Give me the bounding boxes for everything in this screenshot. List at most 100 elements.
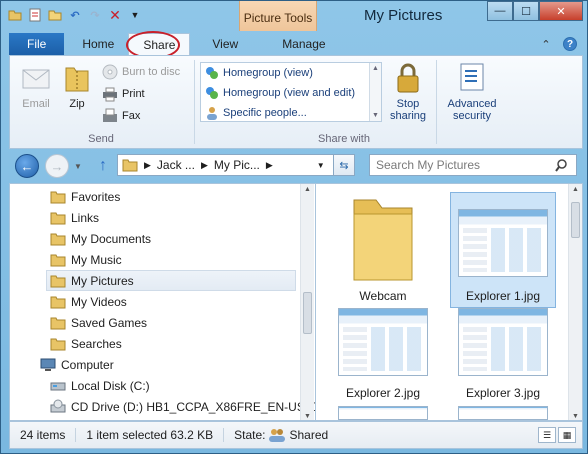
folder-icon <box>50 336 66 352</box>
picture-tools-context-label: Picture Tools <box>239 1 317 31</box>
quick-access-toolbar: ↶ ↷ ✕ ▼ <box>7 7 143 23</box>
details-view-icon[interactable]: ☰ <box>538 427 556 443</box>
nav-item-label: Favorites <box>71 189 121 204</box>
disc-icon <box>102 64 118 80</box>
help-icon[interactable]: ? <box>563 37 577 51</box>
properties-icon[interactable] <box>27 7 43 23</box>
nav-pane-scrollbar[interactable]: ▲ ▼ <box>300 184 314 420</box>
file-tile-partial[interactable] <box>330 406 436 420</box>
nav-item-links[interactable]: Links <box>50 207 99 228</box>
folder-icon <box>50 252 66 268</box>
fax-button[interactable]: Fax <box>102 106 140 126</box>
advanced-security-button[interactable]: Advanced security <box>444 62 500 122</box>
people-icon <box>207 107 217 120</box>
gallery-down-icon[interactable]: ▼ <box>372 112 379 119</box>
file-tile-selected[interactable]: Explorer 1.jpg <box>450 192 556 308</box>
nav-item-label: My Videos <box>71 294 127 309</box>
scrollbar-thumb[interactable] <box>303 292 312 334</box>
pictures-folder-icon <box>122 159 138 172</box>
file-tile-partial[interactable] <box>450 406 556 420</box>
breadcrumb-separator-icon[interactable]: ▶ <box>266 160 273 171</box>
breadcrumb-my-pictures[interactable]: My Pic... <box>214 158 260 172</box>
file-view-scrollbar[interactable]: ▲ ▼ <box>568 184 582 420</box>
back-button[interactable]: ← <box>15 154 39 178</box>
minimize-button[interactable]: — <box>487 1 513 21</box>
breadcrumb-user[interactable]: Jack ... <box>157 158 195 172</box>
nav-item-label: My Documents <box>71 231 152 246</box>
maximize-button[interactable]: ☐ <box>513 1 539 21</box>
folder-icon[interactable] <box>7 7 23 23</box>
folder-icon <box>50 315 66 331</box>
nav-item-favorites[interactable]: Favorites <box>50 186 120 207</box>
undo-icon[interactable]: ↶ <box>67 7 83 23</box>
padlock-icon <box>393 62 423 94</box>
nav-item-computer[interactable]: Computer <box>40 354 114 375</box>
explorer-window: ↶ ↷ ✕ ▼ Picture Tools My Pictures — ☐ ✕ … <box>0 0 588 454</box>
nav-item-local-disk-c[interactable]: Local Disk (C:) <box>50 375 150 396</box>
close-button[interactable]: ✕ <box>539 1 583 21</box>
computer-icon <box>40 357 56 373</box>
nav-item-label: Searches <box>71 336 122 351</box>
nav-item-searches[interactable]: Searches <box>50 333 122 354</box>
customize-icon[interactable]: ▼ <box>127 7 143 23</box>
scroll-down-icon[interactable]: ▼ <box>572 413 579 420</box>
fax-icon <box>102 108 118 124</box>
large-icons-view-icon[interactable]: ▦ <box>558 427 576 443</box>
file-tile[interactable]: Explorer 2.jpg <box>330 308 436 404</box>
back-arrow-icon: ← <box>20 158 34 174</box>
up-button[interactable]: ↑ <box>91 154 115 178</box>
homegroup-view-edit-option[interactable]: Homegroup (view and edit) <box>201 83 381 103</box>
image-thumbnail <box>338 406 428 420</box>
cd-drive-icon <box>50 399 66 415</box>
gallery-up-icon[interactable]: ▲ <box>372 65 379 72</box>
specific-people-option[interactable]: Specific people... <box>201 103 381 123</box>
address-bar[interactable]: ▶ Jack ... ▶ My Pic... ▶ ▼ <box>117 154 349 176</box>
file-tile[interactable]: Webcam <box>330 190 436 306</box>
nav-item-my-documents[interactable]: My Documents <box>50 228 151 249</box>
chevron-down-icon: ▼ <box>74 161 82 171</box>
homegroup-icon <box>206 67 218 79</box>
search-input[interactable]: Search My Pictures <box>369 154 577 176</box>
scroll-up-icon[interactable]: ▲ <box>572 186 579 193</box>
scroll-up-icon[interactable]: ▲ <box>304 186 311 193</box>
minimize-ribbon-icon[interactable]: ⌃ <box>539 37 553 51</box>
nav-item-my-music[interactable]: My Music <box>50 249 122 270</box>
nav-item-my-videos[interactable]: My Videos <box>50 291 127 312</box>
file-tile[interactable]: Explorer 3.jpg <box>450 308 556 404</box>
delete-icon[interactable]: ✕ <box>107 7 123 23</box>
recent-locations-button[interactable]: ▼ <box>71 154 85 178</box>
address-dropdown-icon[interactable]: ▼ <box>317 161 325 170</box>
nav-item-cd-drive-d-hb1-ccpa-x86fre-en-us-dv[interactable]: CD Drive (D:) HB1_CCPA_X86FRE_EN-US_DV <box>50 396 315 417</box>
new-folder-icon[interactable] <box>47 7 63 23</box>
redo-icon[interactable]: ↷ <box>87 7 103 23</box>
send-group: Email Zip Burn to disc Print Fax Send <box>10 56 192 148</box>
breadcrumb-separator-icon: ▶ <box>144 159 151 170</box>
zip-folder-icon <box>62 62 92 94</box>
image-thumbnail <box>458 209 548 277</box>
stop-sharing-button[interactable]: Stop sharing <box>388 62 428 122</box>
refresh-button[interactable]: ⇆ <box>333 154 355 176</box>
email-button[interactable]: Email <box>18 62 54 110</box>
nav-item-my-pictures[interactable]: My Pictures <box>46 270 296 291</box>
zip-button[interactable]: Zip <box>62 62 92 110</box>
tab-home[interactable]: Home <box>68 33 128 55</box>
print-button[interactable]: Print <box>102 84 145 104</box>
tab-share[interactable]: Share <box>128 33 191 55</box>
image-thumbnail <box>338 308 428 376</box>
scroll-down-icon[interactable]: ▼ <box>304 413 311 420</box>
tab-manage[interactable]: Manage <box>268 33 339 55</box>
tab-file[interactable]: File <box>9 33 65 55</box>
burn-to-disc-button[interactable]: Burn to disc <box>102 62 180 82</box>
forward-button[interactable]: → <box>45 154 69 178</box>
nav-item-label: CD Drive (D:) HB1_CCPA_X86FRE_EN-US_DV <box>71 399 315 414</box>
homegroup-view-option[interactable]: Homegroup (view) <box>201 63 381 83</box>
breadcrumb-separator-icon[interactable]: ▶ <box>201 160 208 171</box>
share-with-group-label: Share with <box>318 133 370 145</box>
up-arrow-icon: ↑ <box>99 157 107 174</box>
title-bar: ↶ ↷ ✕ ▼ Picture Tools My Pictures — ☐ ✕ <box>1 1 587 31</box>
scrollbar-thumb[interactable] <box>571 202 580 238</box>
nav-item-saved-games[interactable]: Saved Games <box>50 312 147 333</box>
gallery-scroll[interactable]: ▲ ▼ <box>369 63 381 121</box>
tab-view[interactable]: View <box>198 33 252 55</box>
search-icon[interactable] <box>554 158 568 172</box>
